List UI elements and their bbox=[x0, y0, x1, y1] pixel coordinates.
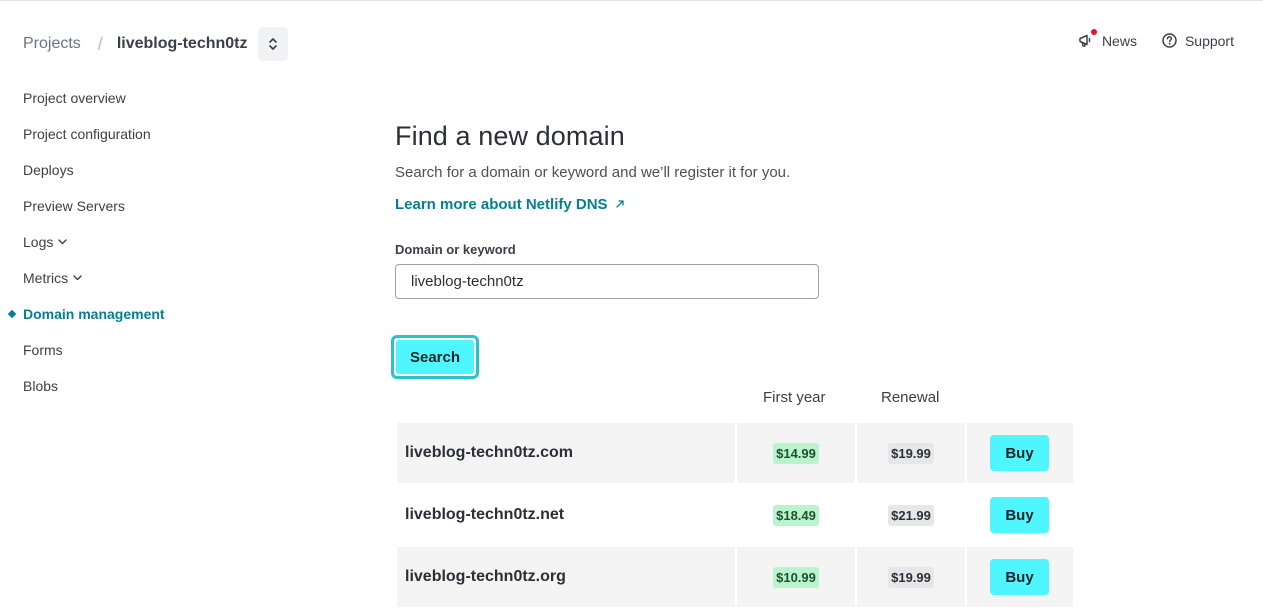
news-link[interactable]: News bbox=[1078, 29, 1137, 49]
sidebar-item-label: Forms bbox=[23, 342, 63, 358]
support-label: Support bbox=[1184, 32, 1234, 49]
first-year-price: $14.99 bbox=[773, 442, 819, 464]
table-row: liveblog-techn0tz.net $18.49 $21.99 Buy bbox=[397, 485, 1073, 547]
sidebar-item-deploys[interactable]: Deploys bbox=[0, 152, 220, 188]
buy-button[interactable]: Buy bbox=[990, 559, 1049, 595]
first-year-price: $10.99 bbox=[773, 566, 819, 588]
domain-name: liveblog-techn0tz.com bbox=[397, 423, 735, 483]
breadcrumb-site-name[interactable]: liveblog-techn0tz bbox=[117, 35, 248, 53]
chevron-down-icon bbox=[73, 275, 82, 281]
breadcrumb-separator: / bbox=[97, 33, 103, 54]
table-row: liveblog-techn0tz.org $10.99 $19.99 Buy bbox=[397, 547, 1073, 609]
sidebar-item-logs[interactable]: Logs bbox=[0, 224, 220, 260]
renewal-price: $21.99 bbox=[888, 504, 934, 526]
chevron-up-down-icon bbox=[268, 38, 277, 50]
buy-cell: Buy bbox=[967, 547, 1073, 607]
domain-results-table: First year Renewal liveblog-techn0tz.com… bbox=[397, 382, 1073, 609]
buy-button[interactable]: Buy bbox=[990, 435, 1049, 471]
chevron-down-icon bbox=[58, 239, 68, 245]
first-year-cell: $18.49 bbox=[737, 485, 855, 545]
sidebar-item-label: Logs bbox=[23, 234, 54, 250]
search-button-label: Search bbox=[396, 340, 474, 374]
first-year-price: $18.49 bbox=[773, 504, 819, 526]
renewal-cell: $19.99 bbox=[857, 547, 965, 607]
page-title: Find a new domain bbox=[395, 121, 625, 151]
sidebar-item-label: Project configuration bbox=[23, 126, 151, 142]
news-unread-dot bbox=[1090, 29, 1097, 35]
help-circle-icon bbox=[1161, 32, 1178, 49]
megaphone-icon bbox=[1078, 29, 1097, 49]
sidebar-item-metrics[interactable]: Metrics bbox=[0, 260, 220, 296]
sidebar-nav: Project overview Project configuration D… bbox=[0, 80, 220, 404]
table-row: liveblog-techn0tz.com $14.99 $19.99 Buy bbox=[397, 423, 1073, 485]
renewal-cell: $19.99 bbox=[857, 423, 965, 483]
domain-field-label: Domain or keyword bbox=[395, 242, 516, 257]
learn-more-dns-link[interactable]: Learn more about Netlify DNS bbox=[395, 196, 1075, 214]
header: Projects / liveblog-techn0tz News Suppor… bbox=[0, 3, 1263, 83]
sidebar-item-project-configuration[interactable]: Project configuration bbox=[0, 116, 220, 152]
sidebar-item-domain-management[interactable]: Domain management bbox=[0, 296, 220, 332]
domain-name: liveblog-techn0tz.net bbox=[405, 506, 565, 523]
sidebar-item-label: Preview Servers bbox=[23, 198, 125, 214]
sidebar-item-project-overview[interactable]: Project overview bbox=[0, 80, 220, 116]
active-diamond-icon bbox=[7, 309, 17, 319]
learn-more-label: Learn more about Netlify DNS bbox=[395, 196, 608, 213]
page-description: Search for a domain or keyword and we’ll… bbox=[395, 164, 791, 181]
breadcrumb-projects-link[interactable]: Projects bbox=[23, 35, 81, 53]
sidebar-item-label: Metrics bbox=[23, 270, 69, 286]
buy-button[interactable]: Buy bbox=[990, 497, 1049, 533]
breadcrumb: Projects / liveblog-techn0tz bbox=[23, 27, 288, 61]
external-link-icon bbox=[615, 196, 625, 214]
sidebar-item-label: Blobs bbox=[23, 378, 59, 394]
first-year-header: First year bbox=[763, 389, 826, 406]
domain-name: liveblog-techn0tz.org bbox=[397, 547, 735, 607]
site-switcher-button[interactable] bbox=[257, 27, 288, 61]
renewal-price: $19.99 bbox=[888, 442, 934, 464]
first-year-cell: $14.99 bbox=[737, 423, 855, 483]
renewal-header: Renewal bbox=[881, 389, 940, 406]
domain-search-input[interactable] bbox=[395, 264, 819, 299]
buy-cell: Buy bbox=[967, 423, 1073, 483]
sidebar-item-label: Deploys bbox=[23, 162, 74, 178]
top-links: News Support bbox=[1078, 29, 1234, 49]
support-link[interactable]: Support bbox=[1161, 32, 1234, 49]
renewal-cell: $21.99 bbox=[857, 485, 965, 545]
first-year-cell: $10.99 bbox=[737, 547, 855, 607]
search-button[interactable]: Search bbox=[391, 335, 479, 379]
main-content: Find a new domain Search for a domain or… bbox=[391, 110, 1075, 379]
news-label: News bbox=[1101, 32, 1137, 49]
sidebar-item-blobs[interactable]: Blobs bbox=[0, 368, 220, 404]
table-header: First year Renewal bbox=[397, 382, 1073, 423]
sidebar-item-forms[interactable]: Forms bbox=[0, 332, 220, 368]
buy-cell: Buy bbox=[967, 485, 1073, 545]
renewal-price: $19.99 bbox=[888, 566, 934, 588]
sidebar-item-label: Project overview bbox=[23, 90, 126, 106]
sidebar-item-preview-servers[interactable]: Preview Servers bbox=[0, 188, 220, 224]
sidebar-item-label: Domain management bbox=[23, 306, 165, 322]
